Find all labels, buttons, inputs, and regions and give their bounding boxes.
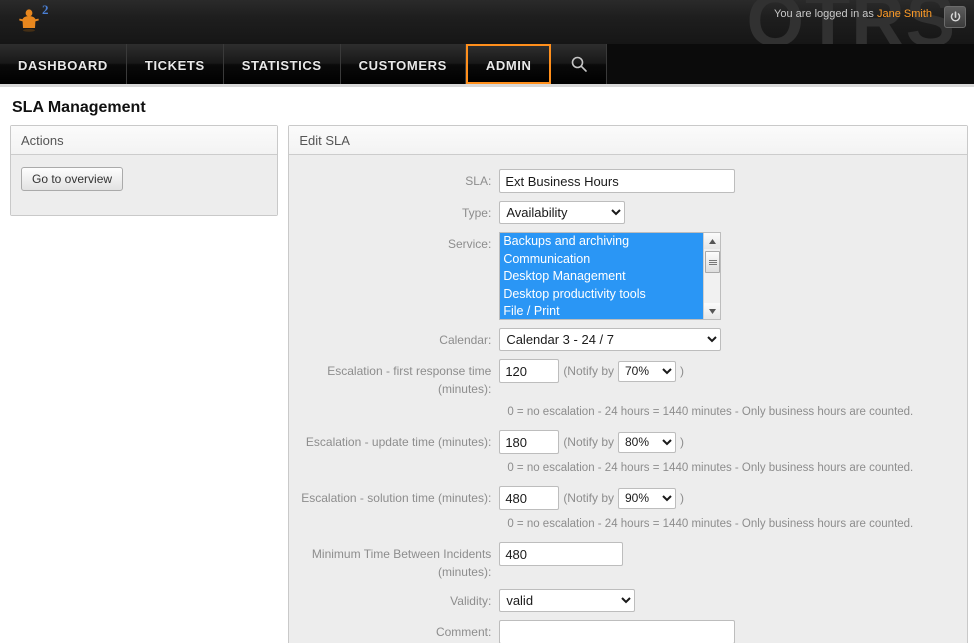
type-select[interactable]: Availability <box>499 201 625 224</box>
nav-item-admin[interactable]: ADMIN <box>466 44 552 84</box>
update-time-notify-select[interactable]: 80% <box>618 432 676 453</box>
comment-input[interactable] <box>499 620 735 643</box>
edit-sla-header: Edit SLA <box>289 126 967 155</box>
field-row-update-time: Escalation - update time (minutes): (Not… <box>289 430 967 454</box>
calendar-label: Calendar: <box>289 328 499 349</box>
service-scrollbar[interactable] <box>703 233 720 319</box>
service-label: Service: <box>289 232 499 253</box>
calendar-select[interactable]: Calendar 3 - 24 / 7 <box>499 328 721 351</box>
edit-sla-panel: Edit SLA SLA: Type: Availability <box>288 125 968 643</box>
service-option[interactable]: File / Print <box>500 303 703 320</box>
update-time-input[interactable] <box>499 430 559 454</box>
nav-label-tickets: TICKETS <box>145 58 205 73</box>
agent-logo[interactable]: 2 <box>12 2 68 44</box>
update-time-label: Escalation - update time (minutes): <box>289 430 499 451</box>
field-row-type: Type: Availability <box>289 201 967 224</box>
login-user-link[interactable]: Jane Smith <box>877 8 932 20</box>
field-row-service: Service: Backups and archiving Communica… <box>289 232 967 320</box>
update-time-notify-suffix: ) <box>680 435 684 449</box>
first-response-notify-prefix: (Notify by <box>563 364 614 378</box>
actions-body: Go to overview <box>11 155 277 215</box>
sla-input[interactable] <box>499 169 735 193</box>
scroll-down-arrow-icon[interactable] <box>704 303 721 319</box>
solution-time-notify-select[interactable]: 90% <box>618 488 676 509</box>
search-icon <box>570 55 588 73</box>
validity-select[interactable]: valid <box>499 589 635 612</box>
nav-label-statistics: STATISTICS <box>242 58 322 73</box>
update-time-hint: 0 = no escalation - 24 hours = 1440 minu… <box>507 462 967 474</box>
solution-time-label: Escalation - solution time (minutes): <box>289 486 499 507</box>
nav-item-dashboard[interactable]: DASHBOARD <box>0 44 127 84</box>
actions-header: Actions <box>11 126 277 155</box>
nav-label-customers: CUSTOMERS <box>359 58 447 73</box>
solution-time-notify-suffix: ) <box>680 491 684 505</box>
first-response-label: Escalation - first response time (minute… <box>289 359 499 398</box>
field-row-min-time: Minimum Time Between Incidents (minutes)… <box>289 542 967 581</box>
update-time-notify-prefix: (Notify by <box>563 435 614 449</box>
actions-sidebar: Actions Go to overview <box>10 125 278 216</box>
field-row-solution-time: Escalation - solution time (minutes): (N… <box>289 486 967 510</box>
min-time-input[interactable] <box>499 542 623 566</box>
type-label: Type: <box>289 201 499 222</box>
first-response-notify-suffix: ) <box>680 364 684 378</box>
service-option[interactable]: Desktop productivity tools <box>500 286 703 304</box>
main-navigation: DASHBOARD TICKETS STATISTICS CUSTOMERS A… <box>0 44 974 87</box>
service-multiselect[interactable]: Backups and archiving Communication Desk… <box>499 232 721 320</box>
min-time-label: Minimum Time Between Incidents (minutes)… <box>289 542 499 581</box>
go-to-overview-button[interactable]: Go to overview <box>21 167 123 191</box>
first-response-notify-select[interactable]: 70% <box>618 361 676 382</box>
notification-badge[interactable]: 2 <box>42 2 49 18</box>
field-row-validity: Validity: valid <box>289 589 967 612</box>
app-header: OTRS 2 You are logged in as Jane Smith <box>0 0 974 44</box>
solution-time-input[interactable] <box>499 486 559 510</box>
page-title: SLA Management <box>12 99 974 117</box>
nav-item-search[interactable] <box>551 44 607 84</box>
field-row-comment: Comment: <box>289 620 967 643</box>
solution-time-notify-prefix: (Notify by <box>563 491 614 505</box>
nav-label-dashboard: DASHBOARD <box>18 58 108 73</box>
nav-item-customers[interactable]: CUSTOMERS <box>341 44 466 84</box>
field-row-calendar: Calendar: Calendar 3 - 24 / 7 <box>289 328 967 351</box>
comment-label: Comment: <box>289 620 499 641</box>
nav-label-admin: ADMIN <box>486 58 532 73</box>
service-option[interactable]: Backups and archiving <box>500 233 703 251</box>
content-area: Actions Go to overview Edit SLA SLA: Typ… <box>0 125 974 643</box>
first-response-hint: 0 = no escalation - 24 hours = 1440 minu… <box>507 406 967 418</box>
service-option[interactable]: Desktop Management <box>500 268 703 286</box>
nav-item-statistics[interactable]: STATISTICS <box>224 44 341 84</box>
login-status: You are logged in as Jane Smith <box>774 8 932 20</box>
otrs-watermark: OTRS <box>746 0 956 44</box>
service-option-list[interactable]: Backups and archiving Communication Desk… <box>500 233 703 319</box>
service-option[interactable]: Communication <box>500 251 703 269</box>
power-icon <box>949 11 962 24</box>
first-response-input[interactable] <box>499 359 559 383</box>
logout-button[interactable] <box>944 6 966 28</box>
login-prefix: You are logged in as <box>774 8 874 20</box>
edit-sla-form: SLA: Type: Availability Service: <box>289 155 967 643</box>
validity-label: Validity: <box>289 589 499 610</box>
nav-item-tickets[interactable]: TICKETS <box>127 44 224 84</box>
field-row-first-response: Escalation - first response time (minute… <box>289 359 967 398</box>
field-row-sla: SLA: <box>289 169 967 193</box>
sla-label: SLA: <box>289 169 499 190</box>
scroll-up-arrow-icon[interactable] <box>704 233 721 249</box>
scrollbar-thumb[interactable] <box>705 251 720 273</box>
otrs-agent-icon <box>18 8 40 32</box>
solution-time-hint: 0 = no escalation - 24 hours = 1440 minu… <box>507 518 967 530</box>
